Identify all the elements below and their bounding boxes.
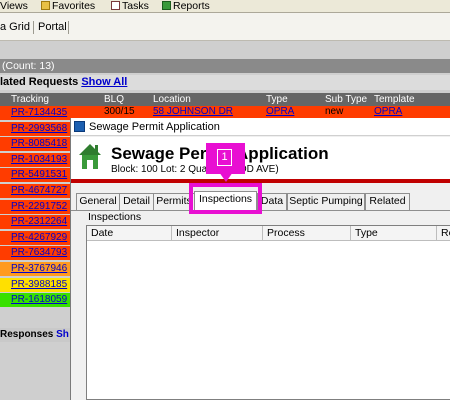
tab-separator bbox=[33, 21, 34, 34]
tab-detail[interactable]: Detail bbox=[119, 193, 154, 210]
tracking-link[interactable]: PR-8085418 bbox=[11, 138, 67, 149]
step-badge-number: 1 bbox=[217, 149, 232, 166]
tab-grid[interactable]: a Grid bbox=[0, 20, 30, 35]
cell-blq: 300/15 bbox=[104, 106, 135, 117]
related-requests-title: lated Requests bbox=[0, 76, 79, 88]
tracking-link[interactable]: PR-1618059 bbox=[11, 294, 67, 305]
tracking-link[interactable]: PR-2993568 bbox=[11, 123, 67, 134]
table-row[interactable]: PR-1034193 bbox=[0, 152, 70, 167]
menu-views-label: Views bbox=[0, 0, 28, 12]
reports-icon bbox=[162, 1, 171, 10]
tracking-link[interactable]: PR-5491531 bbox=[11, 169, 67, 180]
tasks-icon bbox=[111, 1, 120, 10]
inspections-section-label: Inspections bbox=[88, 211, 142, 223]
col-type[interactable]: Type bbox=[266, 93, 288, 106]
table-row-first-rest[interactable]: 300/15 58 JOHNSON DR OPRA new OPRA bbox=[70, 106, 450, 118]
table-row[interactable]: PR-1618059 bbox=[0, 293, 70, 308]
table-row[interactable]: PR-3988185 bbox=[0, 277, 70, 292]
folder-star-icon bbox=[41, 1, 50, 10]
step-badge-pointer bbox=[219, 172, 233, 182]
window-titlebar[interactable]: Sewage Permit Application bbox=[71, 118, 450, 136]
tracking-link[interactable]: PR-2312264 bbox=[11, 216, 67, 227]
menu-views[interactable]: Views bbox=[0, 0, 28, 13]
permit-location: Block: 100 Lot: 2 Qual: KWOOD AVE) bbox=[111, 164, 279, 175]
tracking-link[interactable]: PR-1034193 bbox=[11, 154, 67, 165]
table-row[interactable]: PR-8085418 bbox=[0, 137, 70, 152]
related-requests-header: lated Requests Show All bbox=[0, 75, 450, 90]
tracking-link[interactable]: PR-3767946 bbox=[11, 263, 67, 274]
requests-column-header: Tracking BLQ Location Type Sub Type Temp… bbox=[0, 93, 450, 106]
table-row[interactable]: PR-7634793 bbox=[0, 246, 70, 261]
permit-header: Sewage Permit Application Block: 100 Lot… bbox=[71, 137, 450, 179]
table-row[interactable]: PR-4674727 bbox=[0, 184, 70, 198]
grid-col-date[interactable]: Date bbox=[87, 226, 172, 240]
view-tab-row: a Grid Portal bbox=[0, 13, 450, 41]
tracking-link[interactable]: PR-7634793 bbox=[11, 247, 67, 258]
menu-tasks-label: Tasks bbox=[122, 0, 149, 12]
tab-portal[interactable]: Portal bbox=[38, 20, 67, 35]
tracking-link[interactable]: PR-7134435 bbox=[11, 107, 67, 118]
tab-general[interactable]: General bbox=[76, 193, 120, 210]
window-title: Sewage Permit Application bbox=[89, 121, 220, 133]
tab-separator bbox=[68, 21, 69, 34]
menu-reports[interactable]: Reports bbox=[162, 0, 210, 13]
inspections-grid-header: Date Inspector Process Type Re bbox=[87, 226, 450, 241]
show-all-link[interactable]: Show All bbox=[81, 76, 127, 88]
inspections-grid[interactable]: Date Inspector Process Type Re bbox=[86, 225, 450, 400]
menu-bar: Views Favorites Tasks Reports bbox=[0, 0, 450, 13]
count-header: (Count: 13) bbox=[0, 59, 450, 73]
cell-location[interactable]: 58 JOHNSON DR bbox=[153, 106, 233, 118]
menu-favorites-label: Favorites bbox=[52, 0, 96, 12]
grid-col-process[interactable]: Process bbox=[263, 226, 351, 240]
responses-header: Responses Sh bbox=[0, 328, 70, 342]
table-row[interactable]: PR-7134435 bbox=[0, 106, 70, 120]
tracking-link[interactable]: PR-2291752 bbox=[11, 201, 67, 212]
col-tracking[interactable]: Tracking bbox=[11, 93, 49, 106]
tracking-link[interactable]: PR-4267929 bbox=[11, 232, 67, 243]
col-template[interactable]: Template bbox=[374, 93, 415, 106]
table-row[interactable]: PR-2312264 bbox=[0, 215, 70, 230]
app-icon bbox=[74, 121, 85, 132]
tracking-link[interactable]: PR-4674727 bbox=[11, 185, 67, 196]
grid-col-re[interactable]: Re bbox=[437, 226, 450, 240]
tab-related[interactable]: Related bbox=[365, 193, 410, 210]
menu-tasks[interactable]: Tasks bbox=[111, 0, 149, 13]
cell-type[interactable]: OPRA bbox=[266, 106, 294, 118]
house-permit-icon bbox=[79, 144, 101, 169]
inspections-tab-highlight bbox=[189, 183, 262, 214]
grid-col-type[interactable]: Type bbox=[351, 226, 437, 240]
grid-col-inspector[interactable]: Inspector bbox=[172, 226, 263, 240]
col-blq[interactable]: BLQ bbox=[104, 93, 124, 106]
cell-template[interactable]: OPRA bbox=[374, 106, 402, 118]
menu-favorites[interactable]: Favorites bbox=[41, 0, 95, 13]
table-row[interactable]: PR-2291752 bbox=[0, 199, 70, 214]
tab-septic-pumping[interactable]: Septic Pumping bbox=[287, 193, 365, 210]
table-row[interactable]: PR-2993568 bbox=[0, 121, 70, 136]
col-location[interactable]: Location bbox=[153, 93, 191, 106]
table-row[interactable]: PR-5491531 bbox=[0, 168, 70, 183]
table-row[interactable]: PR-4267929 bbox=[0, 230, 70, 245]
tracking-link[interactable]: PR-3988185 bbox=[11, 279, 67, 290]
menu-reports-label: Reports bbox=[173, 0, 210, 12]
table-row[interactable]: PR-3767946 bbox=[0, 262, 70, 276]
responses-label: Responses bbox=[0, 329, 54, 340]
sewage-permit-window: Sewage Permit Application Sewage Permit … bbox=[70, 118, 450, 400]
col-sub-type[interactable]: Sub Type bbox=[325, 93, 367, 106]
show-responses-link[interactable]: Sh bbox=[56, 329, 69, 340]
cell-sub-type: new bbox=[325, 106, 344, 117]
